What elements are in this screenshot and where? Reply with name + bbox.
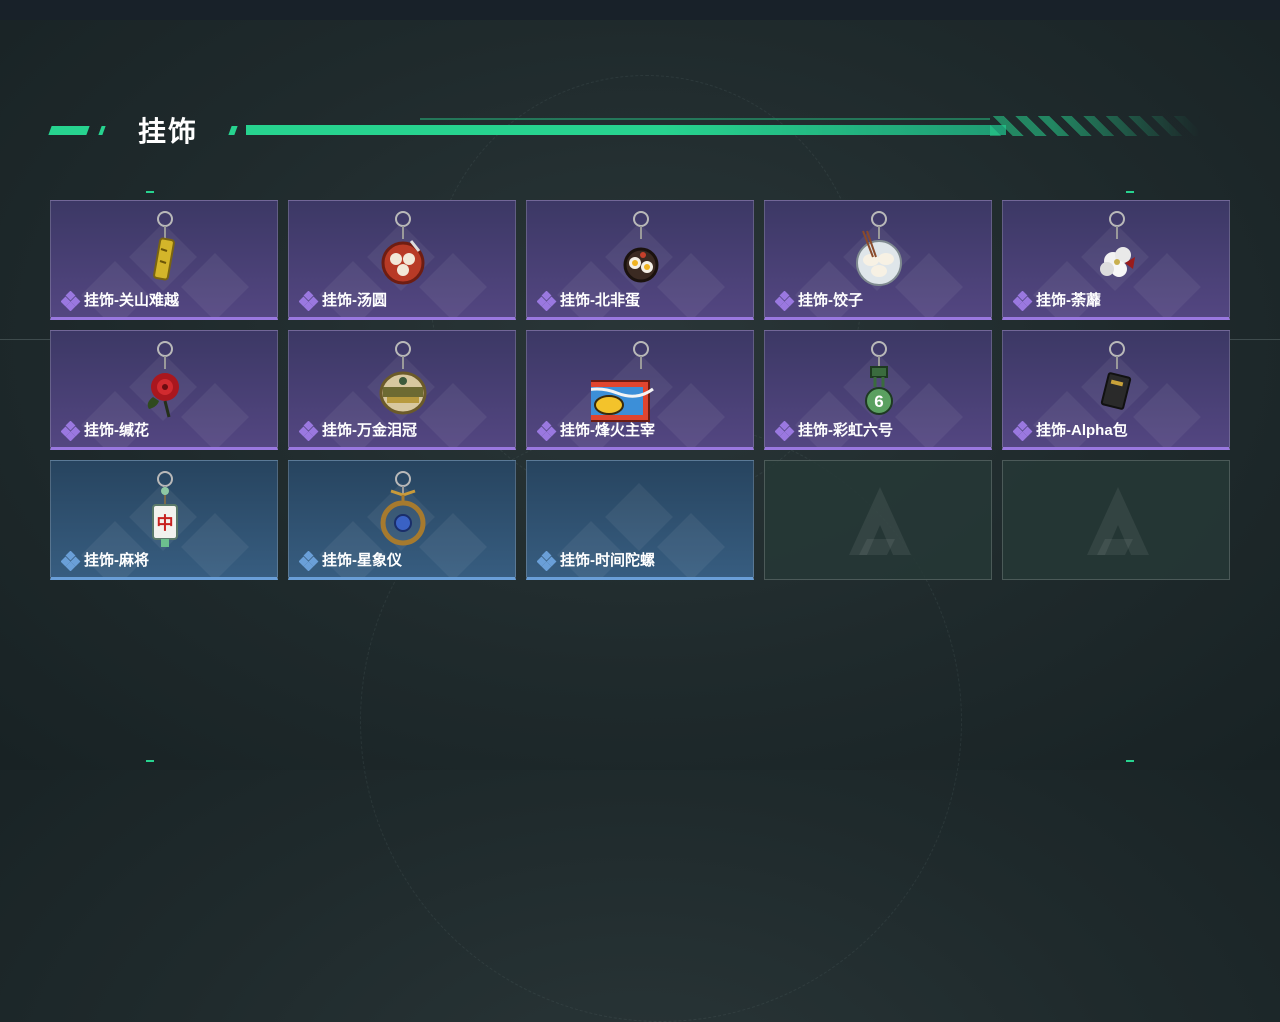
corner-marker [146, 191, 154, 193]
alpha-pack-keychain-icon [1067, 335, 1167, 425]
svg-text:中: 中 [157, 513, 174, 533]
item-card[interactable]: 挂饰-汤圆 [288, 200, 516, 320]
header-thin-line [420, 118, 990, 120]
rarity-diamond-icon [298, 420, 319, 442]
item-name: 挂饰-麻将 [84, 552, 149, 569]
item-name: 挂饰-时间陀螺 [560, 552, 655, 569]
mahjong-tile-keychain-icon: 中 [115, 465, 215, 555]
shakshuka-pan-keychain-icon [591, 205, 691, 295]
item-card[interactable]: 挂饰-北非蛋 [526, 200, 754, 320]
empty-slot[interactable] [1002, 460, 1230, 580]
rarity-diamond-icon [1012, 420, 1033, 442]
rarity-diamond-icon [1012, 290, 1033, 312]
item-card[interactable]: 挂饰-时间陀螺 [526, 460, 754, 580]
corner-marker [1126, 760, 1134, 762]
item-card[interactable]: 挂饰-烽火主宰 [526, 330, 754, 450]
item-card[interactable]: 挂饰-荼蘼 [1002, 200, 1230, 320]
svg-text:6: 6 [874, 392, 883, 411]
item-name: 挂饰-关山难越 [84, 292, 179, 309]
header-accent-bar [98, 126, 106, 135]
item-name: 挂饰-汤圆 [322, 292, 387, 309]
empty-slot[interactable] [764, 460, 992, 580]
side-rail-left [0, 339, 50, 340]
item-name: 挂饰-Alpha包 [1036, 422, 1128, 439]
rarity-diamond-icon [536, 420, 557, 442]
item-name: 挂饰-缄花 [84, 422, 149, 439]
corner-marker [1126, 191, 1134, 193]
empty-slot-logo-icon [845, 483, 915, 559]
header-accent-bar [48, 126, 90, 135]
item-card[interactable]: 6 挂饰-彩虹六号 [764, 330, 992, 450]
header-checker-pattern [990, 116, 1200, 136]
yellow-stick-keychain-icon [115, 205, 215, 295]
item-name: 挂饰-万金泪冠 [322, 422, 417, 439]
section-header: 挂饰 [0, 100, 1280, 160]
item-card[interactable]: 挂饰-缄花 [50, 330, 278, 450]
item-card[interactable]: 中挂饰-麻将 [50, 460, 278, 580]
item-name: 挂饰-荼蘼 [1036, 292, 1101, 309]
rarity-diamond-icon [774, 290, 795, 312]
rarity-diamond-icon [298, 290, 319, 312]
tangyuan-bowl-keychain-icon [353, 205, 453, 295]
golden-crown-keychain-icon [353, 335, 453, 425]
rarity-diamond-icon [60, 420, 81, 442]
spinning-top-icon [591, 465, 691, 555]
header-main-bar [246, 125, 1006, 135]
top-strip [0, 0, 1280, 20]
rarity-diamond-icon [60, 290, 81, 312]
item-name: 挂饰-彩虹六号 [798, 422, 893, 439]
item-name: 挂饰-星象仪 [322, 552, 402, 569]
astrolabe-keychain-icon [353, 465, 453, 555]
white-flower-keychain-icon [1067, 205, 1167, 295]
header-accent-bar [228, 126, 238, 135]
empty-slot-logo-icon [1083, 483, 1153, 559]
item-name: 挂饰-饺子 [798, 292, 863, 309]
rarity-diamond-icon [536, 550, 557, 572]
red-rose-keychain-icon [115, 335, 215, 425]
corner-marker [146, 760, 154, 762]
rarity-diamond-icon [774, 420, 795, 442]
item-card[interactable]: 挂饰-Alpha包 [1002, 330, 1230, 450]
item-name: 挂饰-烽火主宰 [560, 422, 655, 439]
page-title: 挂饰 [138, 116, 199, 147]
rarity-diamond-icon [298, 550, 319, 572]
item-card[interactable]: 挂饰-饺子 [764, 200, 992, 320]
side-rail-right [1230, 339, 1280, 340]
dumplings-plate-keychain-icon [829, 205, 929, 295]
item-card[interactable]: 挂饰-关山难越 [50, 200, 278, 320]
graffiti-box-keychain-icon [566, 335, 691, 425]
rainbow-six-keychain-icon: 6 [829, 335, 929, 425]
rarity-diamond-icon [60, 550, 81, 572]
item-card[interactable]: 挂饰-星象仪 [288, 460, 516, 580]
item-grid: 挂饰-关山难越 挂饰-汤圆 挂饰-北非蛋 挂饰-饺子 挂饰-荼蘼挂饰-缄花 挂饰-万金泪冠… [50, 200, 1230, 580]
item-name: 挂饰-北非蛋 [560, 292, 640, 309]
rarity-diamond-icon [536, 290, 557, 312]
item-card[interactable]: 挂饰-万金泪冠 [288, 330, 516, 450]
